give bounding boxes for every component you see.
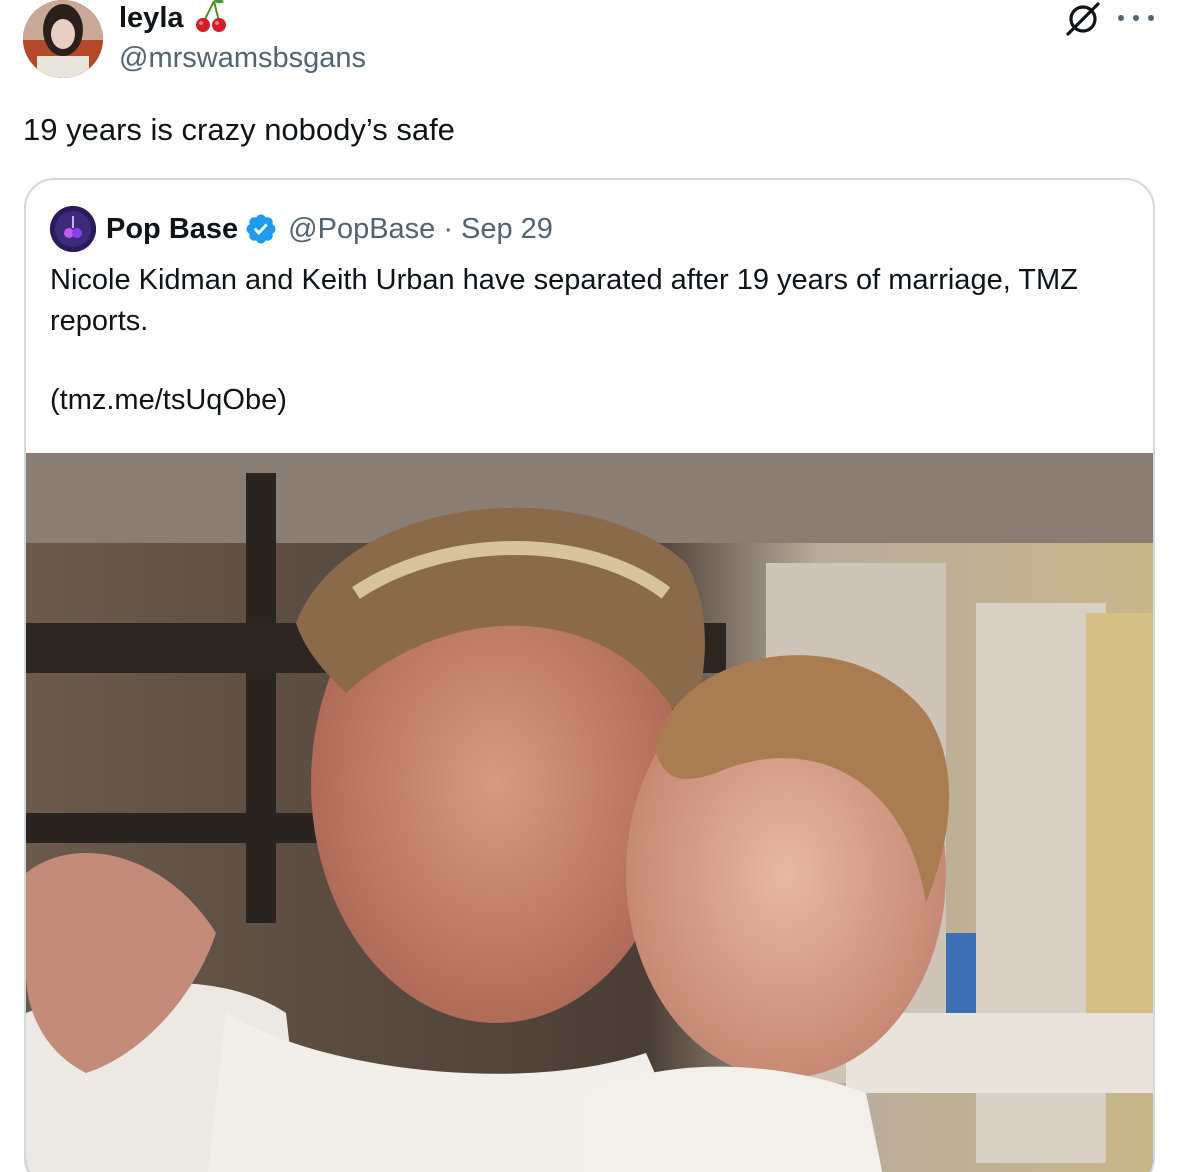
author-handle[interactable]: @mrswamsbsgans xyxy=(119,40,366,76)
tweet: leyla @mrswamsbsgans 19 years is crazy n… xyxy=(0,0,1186,1172)
author-name[interactable]: leyla xyxy=(119,0,184,36)
tweet-text: 19 years is crazy nobody’s safe xyxy=(23,112,455,147)
grok-icon[interactable] xyxy=(1064,0,1102,38)
quoted-author-handle[interactable]: @PopBase xyxy=(288,211,435,247)
more-dot xyxy=(1133,15,1139,21)
author-name-row: leyla xyxy=(119,0,228,36)
quoted-author-name[interactable]: Pop Base xyxy=(106,211,238,247)
quoted-date[interactable]: Sep 29 xyxy=(461,211,553,247)
more-dot xyxy=(1148,15,1154,21)
popbase-logo xyxy=(50,206,96,252)
user-avatar[interactable] xyxy=(23,0,103,78)
quoted-tweet-text: Nicole Kidman and Keith Urban have separ… xyxy=(50,264,1078,337)
verified-icon xyxy=(246,214,276,244)
more-icon[interactable] xyxy=(1118,6,1154,30)
quoted-tweet-photo[interactable] xyxy=(26,453,1153,1172)
more-dot xyxy=(1118,15,1124,21)
quoted-avatar[interactable] xyxy=(50,206,96,252)
separator-dot: · xyxy=(443,213,453,245)
cherry-icon xyxy=(195,0,226,32)
quoted-tweet[interactable]: Pop Base @PopBase · Sep 29 Nicole Kidman… xyxy=(24,178,1155,1172)
couple-photo-image xyxy=(26,453,1153,1172)
quoted-tweet-link[interactable]: (tmz.me/tsUqObe) xyxy=(50,380,287,421)
avatar-image xyxy=(23,0,103,78)
quoted-tweet-header: Pop Base @PopBase · Sep 29 xyxy=(50,204,553,254)
